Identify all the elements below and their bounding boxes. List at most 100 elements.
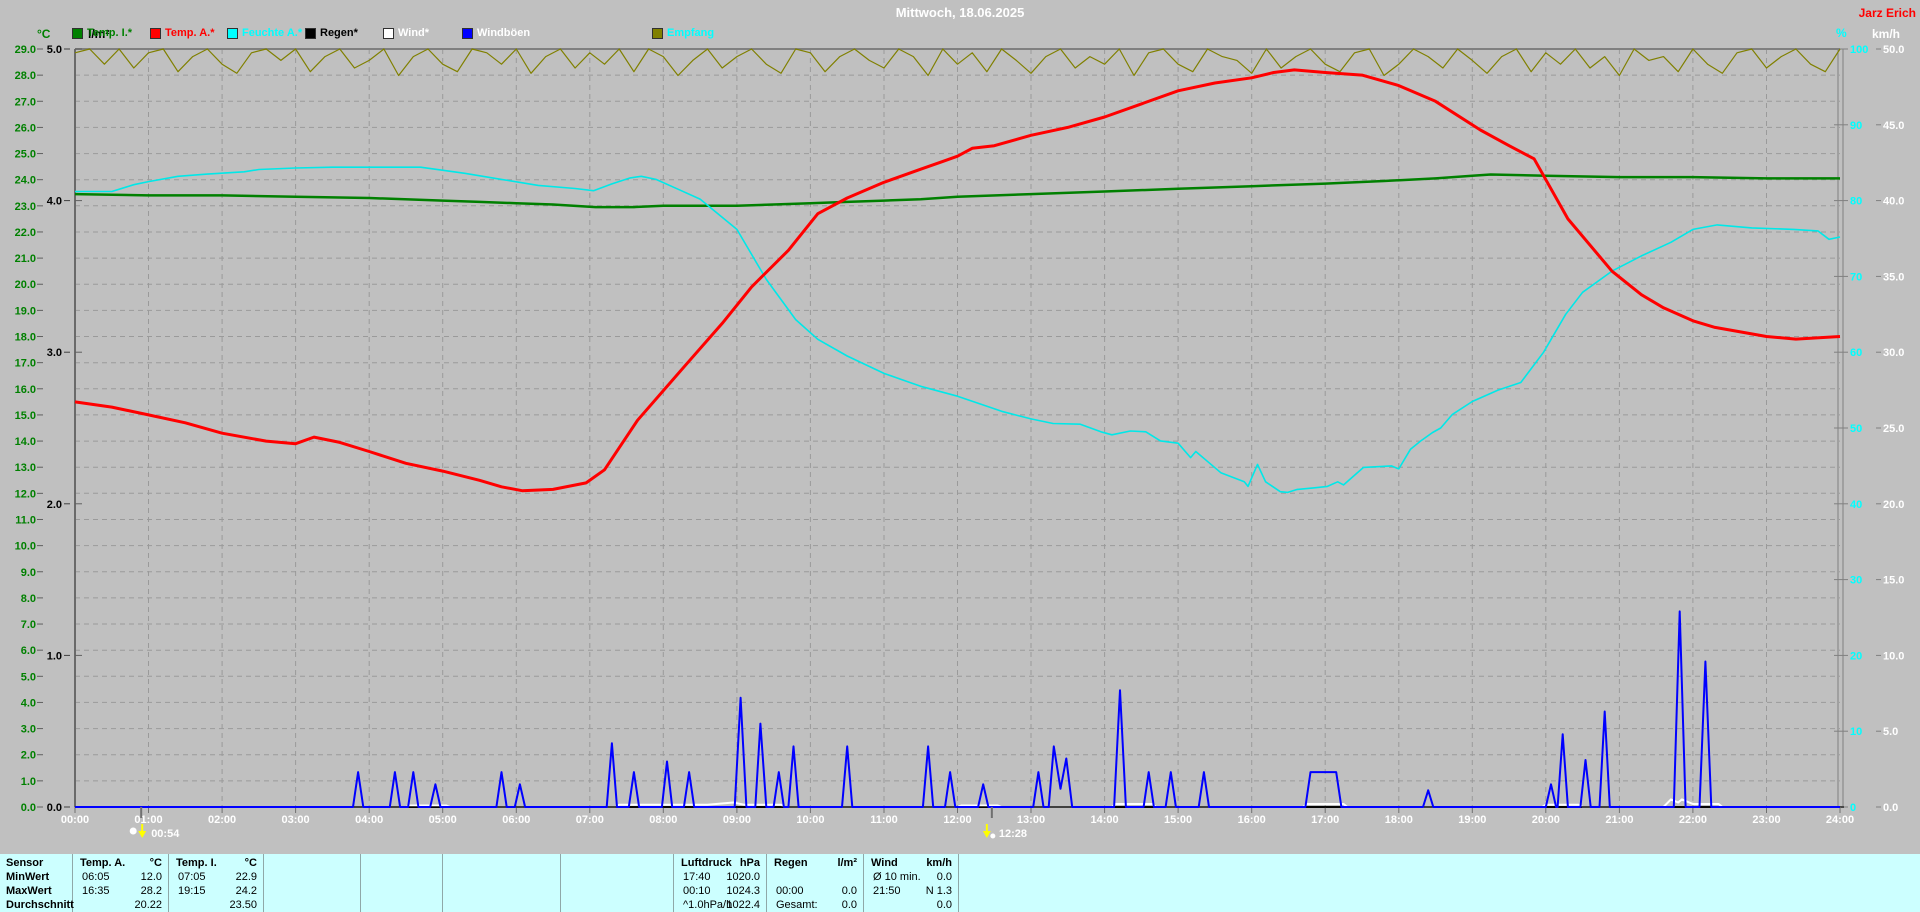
svg-text:35.0: 35.0 <box>1883 271 1904 283</box>
svg-text:22.0: 22.0 <box>15 227 36 239</box>
svg-text:28.0: 28.0 <box>15 70 36 82</box>
moon-icon <box>990 833 996 839</box>
svg-text:15:00: 15:00 <box>1164 814 1192 826</box>
svg-text:14:00: 14:00 <box>1091 814 1119 826</box>
svg-text:09:00: 09:00 <box>723 814 751 826</box>
svg-text:50: 50 <box>1850 423 1862 435</box>
table-row-label: Durchschnitt <box>6 899 74 911</box>
svg-text:17:00: 17:00 <box>1311 814 1339 826</box>
svg-text:10: 10 <box>1850 726 1862 738</box>
svg-text:2.0: 2.0 <box>21 750 36 762</box>
table-cell-value: N 1.3 <box>925 885 952 897</box>
svg-text:40: 40 <box>1850 499 1862 511</box>
svg-text:100: 100 <box>1850 44 1868 56</box>
svg-text:05:00: 05:00 <box>429 814 457 826</box>
svg-text:22:00: 22:00 <box>1679 814 1707 826</box>
svg-text:20: 20 <box>1850 650 1862 662</box>
plot-border <box>74 48 1844 808</box>
svg-text:0.0: 0.0 <box>21 802 36 814</box>
svg-text:04:00: 04:00 <box>355 814 383 826</box>
svg-text:07:00: 07:00 <box>576 814 604 826</box>
svg-text:12:00: 12:00 <box>943 814 971 826</box>
table-cell-value: 20.22 <box>134 899 162 911</box>
svg-text:06:00: 06:00 <box>502 814 530 826</box>
svg-text:17.0: 17.0 <box>15 358 36 370</box>
svg-text:10:00: 10:00 <box>796 814 824 826</box>
svg-text:7.0: 7.0 <box>21 619 36 631</box>
svg-text:29.0: 29.0 <box>15 44 36 56</box>
wind-axis-right: 0.0 5.0 10.0 15.0 20.0 25.0 30.0 35.0 40.0 45.0 50… <box>1876 44 1904 814</box>
svg-text:02:00: 02:00 <box>208 814 236 826</box>
table-group-unit: hPa <box>739 857 760 869</box>
table-cell-value: 0.0 <box>841 899 857 911</box>
svg-text:0: 0 <box>1850 802 1856 814</box>
table-divider <box>263 854 264 912</box>
svg-text:26.0: 26.0 <box>15 122 36 134</box>
svg-text:8.0: 8.0 <box>21 593 36 605</box>
svg-text:27.0: 27.0 <box>15 96 36 108</box>
table-cell-value: 1024.3 <box>726 885 760 897</box>
svg-text:11.0: 11.0 <box>15 515 36 527</box>
svg-text:13.0: 13.0 <box>15 462 36 474</box>
table-group-unit: l/m² <box>837 857 857 869</box>
summary-table: Sensor MinWert MaxWert Durchschnitt Temp. A.… <box>0 854 1920 912</box>
svg-text:15.0: 15.0 <box>15 410 36 422</box>
svg-text:19:00: 19:00 <box>1458 814 1486 826</box>
svg-text:20.0: 20.0 <box>15 279 36 291</box>
svg-text:1.0: 1.0 <box>21 776 36 788</box>
svg-text:9.0: 9.0 <box>21 567 36 579</box>
table-cell-value: 24.2 <box>235 885 257 897</box>
svg-text:21:00: 21:00 <box>1605 814 1633 826</box>
table-divider <box>442 854 443 912</box>
gridlines <box>75 49 1840 807</box>
svg-text:0.0: 0.0 <box>1883 802 1898 814</box>
table-cell-value: 12.0 <box>140 871 162 883</box>
svg-text:20.0: 20.0 <box>1883 499 1904 511</box>
svg-text:18:00: 18:00 <box>1385 814 1413 826</box>
chart-canvas[interactable]: 0.0 1.0 2.0 3.0 4.0 5.0 6.0 7.0 8.0 9.0 10.0 11.0 12… <box>0 0 1920 854</box>
svg-text:6.0: 6.0 <box>21 645 36 657</box>
svg-text:03:00: 03:00 <box>282 814 310 826</box>
humidity-axis-right: 0 10 20 30 40 50 60 70 80 90 100 <box>1834 44 1868 814</box>
svg-text:12:28: 12:28 <box>999 828 1027 840</box>
svg-text:3.0: 3.0 <box>47 347 62 359</box>
table-group-unit: °C <box>149 857 162 869</box>
svg-text:50.0: 50.0 <box>1883 44 1904 56</box>
svg-text:70: 70 <box>1850 271 1862 283</box>
svg-text:19.0: 19.0 <box>15 305 36 317</box>
svg-text:3.0: 3.0 <box>21 724 36 736</box>
table-row-label: MaxWert <box>6 885 52 897</box>
svg-text:10.0: 10.0 <box>1883 650 1904 662</box>
svg-text:5.0: 5.0 <box>1883 726 1898 738</box>
svg-text:90: 90 <box>1850 120 1862 132</box>
svg-text:08:00: 08:00 <box>649 814 677 826</box>
table-cell-value: 0.0 <box>936 899 952 911</box>
table-group-unit: °C <box>244 857 257 869</box>
table-cell-value: 22.9 <box>235 871 257 883</box>
table-cell-value: 1020.0 <box>726 871 760 883</box>
svg-text:1.0: 1.0 <box>47 650 62 662</box>
x-axis: 00:00 01:00 02:00 03:00 04:00 05:00 06:00 07:00… <box>61 807 1854 826</box>
svg-text:11:00: 11:00 <box>870 814 898 826</box>
svg-text:00:00: 00:00 <box>61 814 89 826</box>
table-group-unit: km/h <box>926 857 952 869</box>
table-divider <box>958 854 959 912</box>
svg-text:45.0: 45.0 <box>1883 120 1904 132</box>
svg-text:25.0: 25.0 <box>15 149 36 161</box>
svg-text:30.0: 30.0 <box>1883 347 1904 359</box>
svg-text:40.0: 40.0 <box>1883 196 1904 208</box>
moon-icon <box>129 827 137 835</box>
svg-text:14.0: 14.0 <box>15 436 36 448</box>
table-row-label: MinWert <box>6 871 50 883</box>
rain-axis-left: 0.0 1.0 2.0 3.0 4.0 5.0 <box>47 44 82 814</box>
svg-text:16:00: 16:00 <box>1238 814 1266 826</box>
svg-text:23.0: 23.0 <box>15 201 36 213</box>
table-cell-value: 1022.4 <box>726 899 760 911</box>
svg-text:80: 80 <box>1850 196 1862 208</box>
svg-text:24.0: 24.0 <box>15 175 36 187</box>
table-cell-value: 28.2 <box>140 885 162 897</box>
svg-text:18.0: 18.0 <box>15 332 36 344</box>
svg-text:5.0: 5.0 <box>47 44 62 56</box>
table-row-label: Sensor <box>6 857 44 869</box>
table-cell-value: 0.0 <box>841 885 857 897</box>
